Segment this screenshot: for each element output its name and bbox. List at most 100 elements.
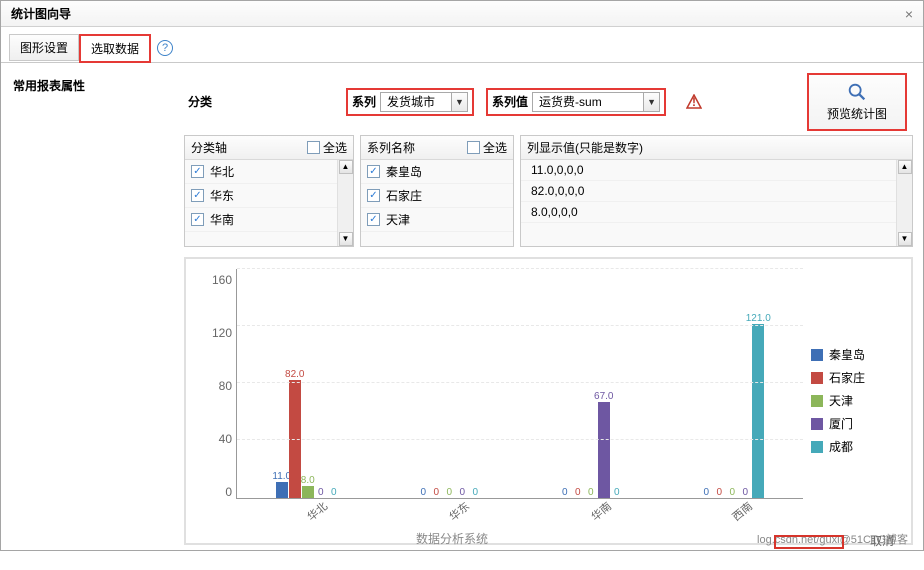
seriesvalue-field-group: 系列值 运货费-sum ▼: [486, 88, 666, 116]
bar: 11.0: [276, 482, 288, 498]
tab-select-data[interactable]: 选取数据: [79, 34, 151, 63]
cancel-button[interactable]: 取消: [870, 532, 894, 549]
list-item[interactable]: ✓ 天津: [361, 208, 513, 232]
bar-value-label: 67.0: [594, 391, 613, 402]
scroll-down-icon[interactable]: ▼: [339, 232, 353, 246]
legend-swatch: [811, 418, 823, 430]
legend-item: 秦皇岛: [811, 346, 901, 363]
legend-swatch: [811, 441, 823, 453]
chevron-down-icon: ▼: [451, 93, 467, 111]
close-icon[interactable]: ×: [905, 6, 913, 22]
list-item[interactable]: 8.0,0,0,0: [521, 202, 896, 223]
category-axis-header: 分类轴: [191, 139, 299, 156]
list-item[interactable]: ✓ 华北: [185, 160, 337, 184]
checkbox-icon[interactable]: ✓: [191, 213, 204, 226]
checkbox-icon[interactable]: ✓: [191, 165, 204, 178]
bar-value-label: 121.0: [746, 313, 771, 324]
legend: 秦皇岛石家庄天津厦门成都: [811, 269, 901, 533]
category-label: 分类: [184, 93, 334, 110]
series-select-value: 发货城市: [381, 93, 451, 110]
scroll-up-icon[interactable]: ▲: [898, 160, 912, 174]
series-select-all[interactable]: 全选: [467, 139, 507, 156]
legend-label: 成都: [829, 438, 853, 455]
chevron-down-icon: ▼: [643, 93, 659, 111]
list-item[interactable]: 82.0,0,0,0: [521, 181, 896, 202]
scroll-down-icon[interactable]: ▼: [898, 232, 912, 246]
list-item-label: 天津: [386, 211, 410, 228]
list-item-label: 华北: [210, 163, 234, 180]
series-label: 系列: [352, 93, 376, 110]
checkbox-icon[interactable]: [307, 141, 320, 154]
bar-value-label: 0: [433, 487, 439, 498]
scroll-up-icon[interactable]: ▲: [339, 160, 353, 174]
plot-area: 11.082.08.0000000000067.000000121.0: [236, 269, 803, 499]
left-panel: 常用报表属性: [11, 73, 176, 545]
window-title: 统计图向导: [11, 5, 71, 22]
scrollbar[interactable]: ▲ ▼: [896, 160, 912, 246]
done-button[interactable]: [774, 535, 844, 549]
legend-label: 秦皇岛: [829, 346, 865, 363]
bar-value-label: 0: [703, 487, 709, 498]
scrollbar[interactable]: ▲ ▼: [337, 160, 353, 246]
list-item[interactable]: ✓石家庄: [361, 184, 513, 208]
checkbox-icon[interactable]: ✓: [367, 213, 380, 226]
bar-value-label: 0: [716, 487, 722, 498]
preview-chart-button[interactable]: 预览统计图: [807, 73, 907, 131]
series-name-header: 系列名称: [367, 139, 459, 156]
list-item[interactable]: ✓ 华东: [185, 184, 337, 208]
warning-icon[interactable]: !: [686, 94, 702, 110]
checkbox-icon[interactable]: [467, 141, 480, 154]
y-tick: 0: [225, 485, 232, 499]
checkbox-icon[interactable]: ✓: [367, 189, 380, 202]
checkbox-icon[interactable]: ✓: [367, 165, 380, 178]
legend-swatch: [811, 395, 823, 407]
category-select-all[interactable]: 全选: [307, 139, 347, 156]
legend-swatch: [811, 372, 823, 384]
tabs: 图形设置 选取数据 ?: [1, 27, 923, 63]
legend-label: 天津: [829, 392, 853, 409]
y-axis: 160 120 80 40 0: [196, 269, 236, 533]
list-item-label: 11.0,0,0,0: [527, 163, 584, 177]
list-item-label: 华东: [210, 187, 234, 204]
help-icon[interactable]: ?: [157, 40, 173, 56]
y-tick: 120: [212, 326, 232, 340]
tab-graph-settings[interactable]: 图形设置: [9, 34, 79, 61]
category-axis-list: 分类轴 全选 ✓ 华北 ✓ 华东 ✓ 华南 ▲ ▼: [184, 135, 354, 247]
list-item-label: 82.0,0,0,0: [527, 184, 584, 198]
legend-label: 厦门: [829, 415, 853, 432]
list-item[interactable]: 11.0,0,0,0: [521, 160, 896, 181]
bar-value-label: 0: [420, 487, 426, 498]
legend-label: 石家庄: [829, 369, 865, 386]
legend-item: 石家庄: [811, 369, 901, 386]
seriesvalue-select-value: 运货费-sum: [533, 93, 643, 110]
list-item[interactable]: ✓ 华南: [185, 208, 337, 232]
checkbox-icon[interactable]: ✓: [191, 189, 204, 202]
list-item[interactable]: ✓ 秦皇岛: [361, 160, 513, 184]
series-field-group: 系列 发货城市 ▼: [346, 88, 474, 116]
y-tick: 80: [219, 379, 232, 393]
bar-value-label: 0: [562, 487, 568, 498]
preview-chart-label: 预览统计图: [827, 107, 887, 123]
y-tick: 160: [212, 273, 232, 287]
bar-value-label: 82.0: [285, 369, 304, 380]
bar-value-label: 8.0: [301, 475, 315, 486]
y-tick: 40: [219, 432, 232, 446]
x-axis: 华北华东华南西南: [236, 499, 803, 533]
magnifier-icon: [846, 81, 868, 103]
value-column-list: 列显示值(只能是数字) 11.0,0,0,0 82.0,0,0,0 8.0,0,0,…: [520, 135, 913, 247]
bar-value-label: 0: [575, 487, 581, 498]
common-report-attributes-header: 常用报表属性: [11, 73, 176, 98]
legend-item: 天津: [811, 392, 901, 409]
legend-item: 成都: [811, 438, 901, 455]
list-item-label: 华南: [210, 211, 234, 228]
list-item-label: 秦皇岛: [386, 163, 422, 180]
value-column-header: 列显示值(只能是数字): [527, 139, 906, 156]
titlebar: 统计图向导 ×: [1, 1, 923, 27]
list-item-label: 8.0,0,0,0: [527, 205, 578, 219]
seriesvalue-label: 系列值: [492, 93, 528, 110]
series-name-list: 系列名称 全选 ✓秦皇岛✓石家庄✓天津: [360, 135, 514, 247]
legend-swatch: [811, 349, 823, 361]
legend-item: 厦门: [811, 415, 901, 432]
series-select[interactable]: 发货城市 ▼: [380, 92, 468, 112]
seriesvalue-select[interactable]: 运货费-sum ▼: [532, 92, 660, 112]
